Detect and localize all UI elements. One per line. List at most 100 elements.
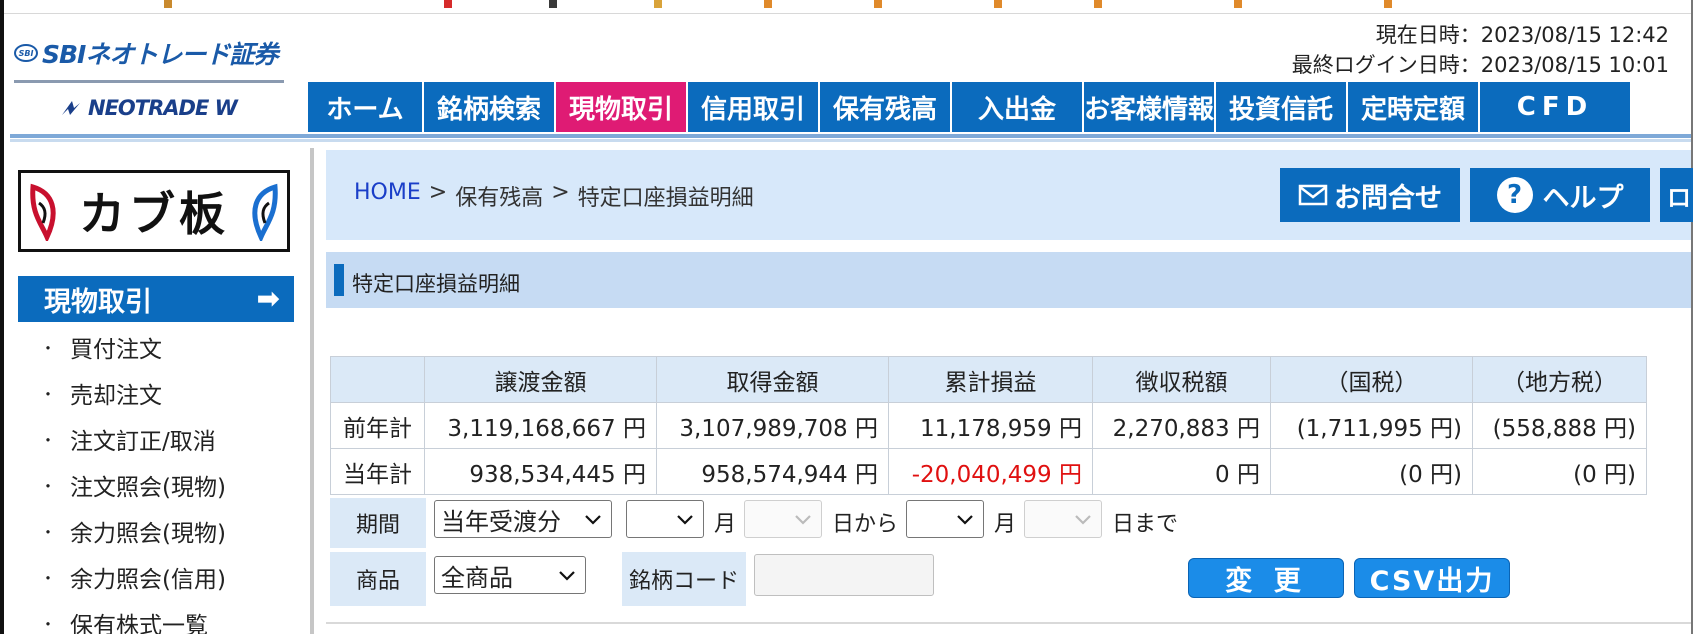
header-rule-light: [10, 139, 1691, 142]
kabuki-mask-right-icon: [252, 183, 278, 241]
stock-code-input[interactable]: [754, 554, 934, 596]
table-cell: 2,270,883 円: [1092, 402, 1271, 449]
from-month-select[interactable]: [626, 500, 704, 538]
sidebar-item-holdings-list[interactable]: ・保有株式一覧: [40, 600, 226, 634]
sidebar-heading-label: 現物取引: [44, 286, 152, 318]
sidebar-item-order-cancel[interactable]: ・注文訂正/取消: [40, 416, 226, 462]
column-header-blank: [330, 356, 425, 403]
sidebar-item-label: 売却注文: [70, 383, 162, 409]
gnav-mutual-funds[interactable]: 投資信託: [1216, 82, 1348, 132]
gnav-regular-investment[interactable]: 定時定額: [1348, 82, 1480, 132]
session-clock: 現在日時：2023/08/15 12:42 最終ログイン日時：2023/08/1…: [1292, 20, 1669, 80]
column-header-tax-withheld: 徴収税額: [1092, 356, 1271, 403]
help-icon: ?: [1496, 177, 1533, 213]
kabuita-title: カブ板: [79, 187, 229, 241]
column-header-national-tax: （国税）: [1270, 356, 1473, 403]
section-header-bar: [326, 252, 1691, 308]
sidebar-item-label: 余力照会(信用): [70, 567, 226, 593]
chevron-down-icon: [559, 571, 575, 581]
table-cell: 938,534,445 円: [424, 448, 657, 495]
breadcrumb-home-link[interactable]: HOME: [354, 180, 421, 212]
column-header-cumulative-pl: 累計損益: [888, 356, 1093, 403]
from-month-text: 月: [714, 512, 737, 537]
last-login-time: 最終ログイン日時：2023/08/15 10:01: [1291, 53, 1669, 77]
change-button[interactable]: 変 更: [1188, 558, 1344, 598]
chevron-down-icon: [585, 515, 601, 525]
help-label: ヘルプ: [1542, 182, 1624, 214]
sidebar-item-label: 余力照会(現物): [70, 521, 226, 547]
mail-icon: [1298, 184, 1328, 206]
sidebar-item-buying-power-cash[interactable]: ・余力照会(現物): [40, 508, 226, 554]
table-cell: (0 円): [1270, 448, 1473, 495]
sidebar-item-label: 注文照会(現物): [70, 475, 226, 501]
table-cell: (1,711,995 円): [1270, 402, 1473, 449]
column-header-local-tax: （地方税）: [1472, 356, 1647, 403]
gnav-deposit[interactable]: 入出金: [952, 82, 1084, 132]
chevron-down-icon: [677, 515, 693, 525]
product-select[interactable]: 全商品: [434, 556, 586, 594]
breadcrumb-holdings: 保有残高: [455, 186, 544, 211]
column-header-transfer-amount: 譲渡金額: [424, 356, 657, 403]
table-cell: 3,119,168,667 円: [424, 402, 657, 449]
logout-label-partial: ロ: [1667, 183, 1691, 212]
table-cell: 3,107,989,708 円: [656, 402, 889, 449]
table-row: 前年計 3,119,168,667 円 3,107,989,708 円 11,1…: [330, 402, 1647, 449]
content-bottom-rule: [326, 622, 1691, 624]
logout-button-partial[interactable]: ロ: [1660, 168, 1693, 222]
sidebar-menu: ・買付注文 ・売却注文 ・注文訂正/取消 ・注文照会(現物) ・余力照会(現物)…: [40, 324, 226, 634]
gnav-holdings[interactable]: 保有残高: [820, 82, 952, 132]
product-label: 商品: [330, 552, 426, 606]
breadcrumb: HOME > 保有残高 > 特定口座損益明細: [354, 180, 754, 212]
sbi-logo[interactable]: SBI SBIネオトレード証券: [14, 38, 288, 69]
window-frame-left: [0, 0, 4, 634]
arrow-right-icon: ➡: [256, 282, 280, 315]
help-button[interactable]: ? ヘルプ: [1470, 168, 1650, 222]
sidebar-item-sell-order[interactable]: ・売却注文: [40, 370, 226, 416]
period-label: 期間: [330, 498, 426, 548]
sbi-mark-icon: SBI: [14, 44, 38, 62]
row-label-current-year: 当年計: [330, 448, 425, 495]
table-cell: 11,178,959 円: [888, 402, 1093, 449]
to-month-text: 月: [994, 512, 1017, 537]
gnav-margin-trading[interactable]: 信用取引: [688, 82, 820, 132]
breadcrumb-separator: >: [551, 180, 570, 205]
table-cell: 958,574,944 円: [656, 448, 889, 495]
section-marker: [334, 264, 344, 296]
from-day-text: 日から: [832, 512, 899, 537]
profit-loss-table: 譲渡金額 取得金額 累計損益 徴収税額 （国税） （地方税） 前年計 3,119…: [330, 356, 1647, 495]
gnav-home[interactable]: ホーム: [308, 82, 424, 132]
csv-export-button[interactable]: CSV出力: [1354, 558, 1510, 598]
gnav-customer-info[interactable]: お客様情報: [1084, 82, 1216, 132]
header-rule: [10, 134, 1691, 138]
sidebar-item-label: 保有株式一覧: [70, 613, 208, 634]
gnav-cfd[interactable]: CFD: [1480, 82, 1632, 132]
table-cell: 0 円: [1092, 448, 1271, 495]
table-row: 当年計 938,534,445 円 958,574,944 円 -20,040,…: [330, 448, 1647, 495]
to-day-select[interactable]: [1024, 500, 1102, 538]
neotrade-logo[interactable]: NEOTRADE W: [60, 96, 238, 120]
period-select[interactable]: 当年受渡分: [434, 500, 612, 538]
sidebar-item-order-inquiry[interactable]: ・注文照会(現物): [40, 462, 226, 508]
chevron-down-icon: [1075, 515, 1091, 525]
product-selected-value: 全商品: [441, 563, 513, 592]
kabuita-banner[interactable]: カブ板: [18, 170, 290, 252]
current-time: 現在日時：2023/08/15 12:42: [1375, 23, 1669, 47]
gnav-stock-search[interactable]: 銘柄検索: [424, 82, 556, 132]
to-month-select[interactable]: [906, 500, 984, 538]
sidebar-item-buying-power-margin[interactable]: ・余力照会(信用): [40, 554, 226, 600]
bullet: ・: [40, 615, 57, 634]
gnav-cash-trading[interactable]: 現物取引: [556, 82, 688, 132]
breadcrumb-separator: >: [428, 180, 448, 205]
column-header-acquisition-amount: 取得金額: [656, 356, 889, 403]
table-cell-negative: -20,040,499 円: [888, 448, 1093, 495]
from-day-select[interactable]: [744, 500, 822, 538]
chevron-down-icon: [957, 515, 973, 525]
sidebar-item-buy-order[interactable]: ・買付注文: [40, 324, 226, 370]
bullet: ・: [40, 339, 57, 358]
logo-divider: [14, 80, 284, 83]
stock-code-label: 銘柄コード: [622, 552, 746, 606]
sidebar-item-label: 注文訂正/取消: [70, 429, 216, 455]
sidebar-heading-cash-trading[interactable]: 現物取引 ➡: [18, 276, 294, 322]
inquiry-button[interactable]: お問合せ: [1280, 168, 1460, 222]
bullet: ・: [40, 431, 57, 450]
